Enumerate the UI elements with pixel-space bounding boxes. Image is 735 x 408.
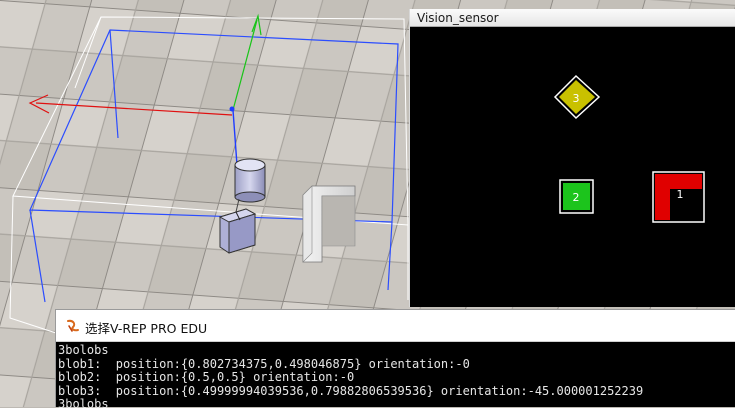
- blob-2: 2: [559, 179, 594, 214]
- vision-sensor-title: Vision_sensor: [417, 11, 499, 25]
- vision-sensor-window[interactable]: Vision_sensor 3 2 1: [409, 9, 735, 307]
- blob-3-label: 3: [573, 92, 580, 105]
- vrep-app-icon: [67, 319, 79, 332]
- blob-1: 1: [652, 171, 705, 223]
- console-window[interactable]: 选择V-REP PRO EDU 3bolobs blob1: position:…: [55, 309, 735, 408]
- console-titlebar[interactable]: 选择V-REP PRO EDU: [56, 310, 735, 342]
- console-title: 选择V-REP PRO EDU: [85, 321, 208, 336]
- robot-cube[interactable]: [218, 208, 257, 254]
- blob-1-label: 1: [677, 188, 684, 201]
- console-line: blob2: position:{0.5,0.5} orientation:-0: [58, 370, 355, 384]
- blob-2-label: 2: [573, 191, 580, 204]
- console-line: blob3: position:{0.49999994039536,0.7988…: [58, 383, 644, 398]
- robot-cylinder[interactable]: [234, 158, 266, 203]
- blob-3: 3: [553, 74, 601, 120]
- console-line: blob1: position:{0.802734375,0.498046875…: [58, 356, 470, 371]
- console-line: 3bolobs: [58, 343, 109, 357]
- vision-sensor-image: 3 2 1: [410, 27, 735, 307]
- axis-origin: [229, 106, 235, 112]
- console-output[interactable]: 3bolobs blob1: position:{0.802734375,0.4…: [56, 342, 735, 408]
- vision-sensor-titlebar[interactable]: Vision_sensor: [410, 9, 735, 27]
